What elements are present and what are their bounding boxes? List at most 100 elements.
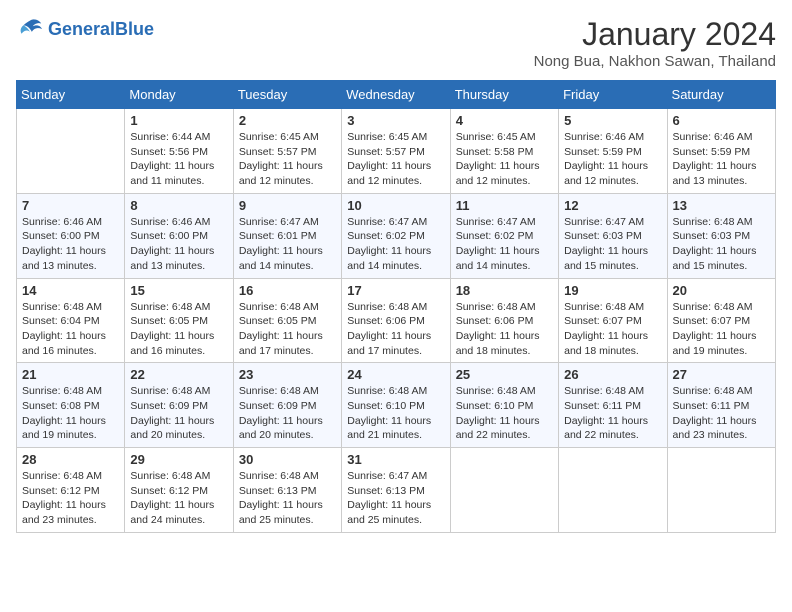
day-number: 31 [347, 452, 444, 467]
calendar-cell: 9 Sunrise: 6:47 AMSunset: 6:01 PMDaylight… [233, 193, 341, 278]
day-info: Sunrise: 6:47 AMSunset: 6:03 PMDaylight:… [564, 215, 661, 274]
day-info: Sunrise: 6:44 AMSunset: 5:56 PMDaylight:… [130, 130, 227, 189]
day-number: 2 [239, 113, 336, 128]
calendar-cell: 10 Sunrise: 6:47 AMSunset: 6:02 PMDayligh… [342, 193, 450, 278]
day-info: Sunrise: 6:47 AMSunset: 6:02 PMDaylight:… [347, 215, 444, 274]
logo-line2: Blue [115, 19, 154, 39]
day-number: 24 [347, 367, 444, 382]
day-number: 21 [22, 367, 119, 382]
day-info: Sunrise: 6:48 AMSunset: 6:09 PMDaylight:… [130, 384, 227, 443]
calendar-cell: 12 Sunrise: 6:47 AMSunset: 6:03 PMDayligh… [559, 193, 667, 278]
calendar-cell: 31 Sunrise: 6:47 AMSunset: 6:13 PMDayligh… [342, 448, 450, 533]
logo-line1: General [48, 19, 115, 39]
day-number: 1 [130, 113, 227, 128]
day-number: 9 [239, 198, 336, 213]
calendar-cell: 22 Sunrise: 6:48 AMSunset: 6:09 PMDayligh… [125, 363, 233, 448]
logo-text: GeneralBlue [48, 20, 154, 40]
day-number: 30 [239, 452, 336, 467]
calendar-cell: 18Sunrise: 6:48 AMSunset: 6:06 PMDayligh… [450, 278, 558, 363]
calendar-cell: 19Sunrise: 6:48 AMSunset: 6:07 PMDayligh… [559, 278, 667, 363]
day-number: 4 [456, 113, 553, 128]
day-info: Sunrise: 6:48 AMSunset: 6:11 PMDaylight:… [564, 384, 661, 443]
calendar-cell: 17Sunrise: 6:48 AMSunset: 6:06 PMDayligh… [342, 278, 450, 363]
calendar-table: SundayMondayTuesdayWednesdayThursdayFrid… [16, 80, 776, 533]
day-info: Sunrise: 6:48 AMSunset: 6:05 PMDaylight:… [130, 300, 227, 359]
month-title: January 2024 [534, 16, 776, 53]
location-title: Nong Bua, Nakhon Sawan, Thailand [534, 53, 776, 70]
day-info: Sunrise: 6:46 AMSunset: 5:59 PMDaylight:… [673, 130, 770, 189]
day-number: 22 [130, 367, 227, 382]
day-info: Sunrise: 6:46 AMSunset: 6:00 PMDaylight:… [130, 215, 227, 274]
day-number: 11 [456, 198, 553, 213]
day-number: 17 [347, 283, 444, 298]
day-number: 14 [22, 283, 119, 298]
day-info: Sunrise: 6:48 AMSunset: 6:10 PMDaylight:… [347, 384, 444, 443]
day-info: Sunrise: 6:48 AMSunset: 6:04 PMDaylight:… [22, 300, 119, 359]
day-info: Sunrise: 6:48 AMSunset: 6:03 PMDaylight:… [673, 215, 770, 274]
day-info: Sunrise: 6:48 AMSunset: 6:12 PMDaylight:… [130, 469, 227, 528]
day-number: 15 [130, 283, 227, 298]
day-info: Sunrise: 6:48 AMSunset: 6:05 PMDaylight:… [239, 300, 336, 359]
page-header: GeneralBlue January 2024 Nong Bua, Nakho… [16, 16, 776, 70]
weekday-header-tuesday: Tuesday [233, 81, 341, 109]
day-number: 3 [347, 113, 444, 128]
week-row-4: 21 Sunrise: 6:48 AMSunset: 6:08 PMDayligh… [17, 363, 776, 448]
day-number: 26 [564, 367, 661, 382]
calendar-cell: 8 Sunrise: 6:46 AMSunset: 6:00 PMDaylight… [125, 193, 233, 278]
day-info: Sunrise: 6:48 AMSunset: 6:07 PMDaylight:… [564, 300, 661, 359]
weekday-header-friday: Friday [559, 81, 667, 109]
day-number: 7 [22, 198, 119, 213]
weekday-header-thursday: Thursday [450, 81, 558, 109]
calendar-cell: 4 Sunrise: 6:45 AMSunset: 5:58 PMDaylight… [450, 109, 558, 194]
day-info: Sunrise: 6:48 AMSunset: 6:12 PMDaylight:… [22, 469, 119, 528]
calendar-cell: 1 Sunrise: 6:44 AMSunset: 5:56 PMDaylight… [125, 109, 233, 194]
day-info: Sunrise: 6:48 AMSunset: 6:09 PMDaylight:… [239, 384, 336, 443]
weekday-header-saturday: Saturday [667, 81, 775, 109]
calendar-cell: 5 Sunrise: 6:46 AMSunset: 5:59 PMDaylight… [559, 109, 667, 194]
day-number: 5 [564, 113, 661, 128]
calendar-cell [450, 448, 558, 533]
calendar-cell: 23 Sunrise: 6:48 AMSunset: 6:09 PMDayligh… [233, 363, 341, 448]
day-number: 23 [239, 367, 336, 382]
day-number: 29 [130, 452, 227, 467]
week-row-5: 28 Sunrise: 6:48 AMSunset: 6:12 PMDayligh… [17, 448, 776, 533]
day-number: 27 [673, 367, 770, 382]
day-info: Sunrise: 6:45 AMSunset: 5:58 PMDaylight:… [456, 130, 553, 189]
day-number: 10 [347, 198, 444, 213]
day-number: 12 [564, 198, 661, 213]
calendar-cell: 7Sunrise: 6:46 AMSunset: 6:00 PMDaylight… [17, 193, 125, 278]
day-number: 8 [130, 198, 227, 213]
day-info: Sunrise: 6:46 AMSunset: 5:59 PMDaylight:… [564, 130, 661, 189]
weekday-header-wednesday: Wednesday [342, 81, 450, 109]
calendar-cell [559, 448, 667, 533]
day-info: Sunrise: 6:47 AMSunset: 6:01 PMDaylight:… [239, 215, 336, 274]
calendar-cell: 13 Sunrise: 6:48 AMSunset: 6:03 PMDayligh… [667, 193, 775, 278]
day-info: Sunrise: 6:48 AMSunset: 6:10 PMDaylight:… [456, 384, 553, 443]
logo-icon [16, 16, 44, 44]
day-info: Sunrise: 6:48 AMSunset: 6:13 PMDaylight:… [239, 469, 336, 528]
calendar-cell: 20Sunrise: 6:48 AMSunset: 6:07 PMDayligh… [667, 278, 775, 363]
day-info: Sunrise: 6:47 AMSunset: 6:13 PMDaylight:… [347, 469, 444, 528]
day-info: Sunrise: 6:48 AMSunset: 6:11 PMDaylight:… [673, 384, 770, 443]
week-row-1: 1 Sunrise: 6:44 AMSunset: 5:56 PMDaylight… [17, 109, 776, 194]
day-info: Sunrise: 6:48 AMSunset: 6:08 PMDaylight:… [22, 384, 119, 443]
day-number: 13 [673, 198, 770, 213]
logo: GeneralBlue [16, 16, 154, 44]
calendar-cell: 14 Sunrise: 6:48 AMSunset: 6:04 PMDayligh… [17, 278, 125, 363]
calendar-cell [17, 109, 125, 194]
day-number: 25 [456, 367, 553, 382]
calendar-cell: 21 Sunrise: 6:48 AMSunset: 6:08 PMDayligh… [17, 363, 125, 448]
day-info: Sunrise: 6:47 AMSunset: 6:02 PMDaylight:… [456, 215, 553, 274]
calendar-cell: 27 Sunrise: 6:48 AMSunset: 6:11 PMDayligh… [667, 363, 775, 448]
calendar-cell: 2 Sunrise: 6:45 AMSunset: 5:57 PMDaylight… [233, 109, 341, 194]
day-info: Sunrise: 6:45 AMSunset: 5:57 PMDaylight:… [239, 130, 336, 189]
day-number: 28 [22, 452, 119, 467]
week-row-3: 14 Sunrise: 6:48 AMSunset: 6:04 PMDayligh… [17, 278, 776, 363]
calendar-cell: 25 Sunrise: 6:48 AMSunset: 6:10 PMDayligh… [450, 363, 558, 448]
weekday-header-sunday: Sunday [17, 81, 125, 109]
calendar-cell: 29 Sunrise: 6:48 AMSunset: 6:12 PMDayligh… [125, 448, 233, 533]
calendar-cell: 15 Sunrise: 6:48 AMSunset: 6:05 PMDayligh… [125, 278, 233, 363]
weekday-header-row: SundayMondayTuesdayWednesdayThursdayFrid… [17, 81, 776, 109]
calendar-cell: 26 Sunrise: 6:48 AMSunset: 6:11 PMDayligh… [559, 363, 667, 448]
day-number: 6 [673, 113, 770, 128]
